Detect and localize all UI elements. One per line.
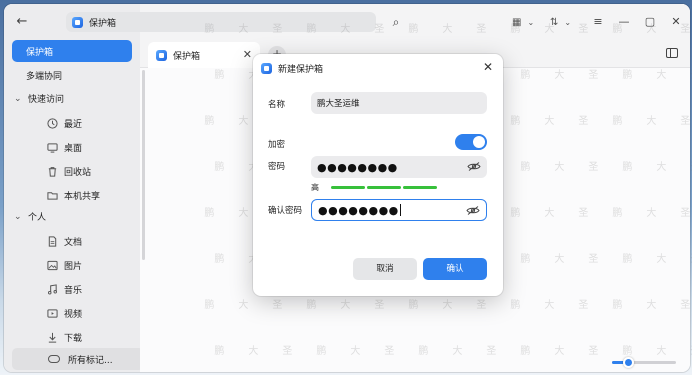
encrypt-label: 加密: [268, 140, 286, 150]
password-label: 密码: [268, 162, 286, 172]
sidebar-item-vault[interactable]: 保护箱: [12, 40, 132, 62]
vault-icon: [156, 49, 167, 61]
confirm-button[interactable]: 确认: [423, 258, 487, 280]
tag-icon: [48, 355, 60, 363]
confirm-password-value: ●●●●●●●●: [318, 203, 399, 217]
confirm-password-label: 确认密码: [268, 206, 303, 216]
sidebar-item-downloads[interactable]: 下载: [12, 326, 132, 348]
name-value: 鹏大圣运维: [317, 99, 360, 109]
download-icon: [46, 331, 58, 343]
password-strength-bar: [367, 186, 401, 189]
grid-icon: ▦: [512, 16, 522, 28]
sidebar-group-label: 个人: [28, 213, 47, 223]
password-strength-label: 高: [311, 183, 319, 192]
tab-vault[interactable]: 保护箱 ✕: [148, 42, 260, 68]
sidebar-item-recent[interactable]: 最近: [12, 112, 132, 134]
sidebar-item-label: 桌面: [64, 143, 83, 154]
back-arrow-icon[interactable]: ←: [14, 14, 30, 30]
document-icon: [46, 235, 58, 247]
password-field[interactable]: ●●●●●●●●: [311, 156, 487, 178]
menu-icon[interactable]: ≡: [590, 14, 606, 30]
sidebar-item-label: 本机共享: [64, 191, 101, 202]
sidebar-item-documents[interactable]: 文档: [12, 230, 132, 252]
vault-icon: [72, 16, 83, 28]
cancel-button[interactable]: 取消: [353, 258, 417, 280]
sidebar-item-label: 最近: [64, 119, 83, 130]
close-icon[interactable]: ✕: [668, 14, 684, 30]
dialog-close-icon[interactable]: ✕: [483, 60, 493, 74]
sidebar-item-desktop[interactable]: 桌面: [12, 136, 132, 158]
folder-icon: [46, 189, 58, 201]
chevron-down-icon: ⌄: [527, 17, 535, 27]
sidebar-item-label: 多端协同: [26, 71, 63, 82]
sidebar-item-label: 音乐: [64, 285, 83, 296]
name-label: 名称: [268, 100, 286, 110]
sidebar-item-label: 回收站: [64, 167, 92, 178]
sidebar-group-quick-access[interactable]: ⌄ 快速访问: [14, 92, 65, 106]
image-icon: [46, 259, 58, 271]
confirm-password-field[interactable]: ●●●●●●●●: [311, 199, 487, 221]
name-field[interactable]: 鹏大圣运维: [311, 92, 487, 114]
dialog-title: 新建保护箱: [261, 62, 323, 75]
sidebar-item-pictures[interactable]: 图片: [12, 254, 132, 276]
password-strength-bar: [331, 186, 365, 189]
chevron-down-icon: ⌄: [564, 17, 572, 27]
all-tags-label: 所有标记...: [68, 355, 113, 366]
sidebar-item-label: 文档: [64, 237, 83, 248]
trash-icon: [46, 165, 58, 177]
sidebar-item-label: 保护箱: [26, 47, 54, 58]
chevron-down-icon: ⌄: [14, 211, 22, 222]
eye-hidden-icon[interactable]: [467, 162, 481, 171]
toggle-knob: [473, 136, 485, 148]
tab-close-icon[interactable]: ✕: [243, 48, 252, 61]
zoom-slider[interactable]: [612, 357, 676, 368]
sidebar-item-label: 视频: [64, 309, 83, 320]
encrypt-toggle[interactable]: [455, 134, 487, 150]
sidebar-item-trash[interactable]: 回收站: [12, 160, 132, 182]
sidebar-item-collaboration[interactable]: 多端协同: [12, 64, 132, 86]
sidebar-item-label: 图片: [64, 261, 83, 272]
eye-hidden-icon[interactable]: [466, 206, 480, 215]
maximize-icon[interactable]: ▢: [642, 14, 658, 30]
zoom-slider-handle[interactable]: [623, 357, 634, 368]
password-value: ●●●●●●●●: [317, 160, 398, 174]
tab-label: 保护箱: [173, 51, 201, 62]
sidebar-item-music[interactable]: 音乐: [12, 278, 132, 300]
sort-icon: ⇅: [550, 16, 559, 28]
minimize-icon[interactable]: —: [616, 14, 632, 30]
clock-icon: [46, 117, 58, 129]
new-vault-dialog: 新建保护箱 ✕ 名称 鹏大圣运维 加密 密码 ●●●●●●●● 高 确认密码 ●…: [253, 54, 503, 296]
toolbar: 保护箱 ⌕ ▦ ⌄ ⇅ ⌄ ≡ — ▢ ✕: [66, 4, 690, 40]
dialog-title-text: 新建保护箱: [278, 65, 324, 75]
video-icon: [46, 307, 58, 319]
desktop-icon: [46, 141, 58, 153]
view-mode-button[interactable]: ▦ ⌄: [512, 14, 534, 30]
text-cursor: [399, 204, 401, 216]
all-tags-button[interactable]: 所有标记...: [12, 348, 144, 370]
chevron-down-icon: ⌄: [14, 93, 22, 104]
sidebar-scrollbar[interactable]: [142, 70, 145, 260]
sidebar-item-local-share[interactable]: 本机共享: [12, 184, 132, 206]
sidebar: ← 保护箱 多端协同 ⌄ 快速访问 最近 桌面 回收站 本机共享 ⌄ 个人 文档…: [4, 4, 140, 372]
address-bar[interactable]: 保护箱: [66, 12, 376, 32]
address-label: 保护箱: [89, 18, 117, 29]
password-strength-bar: [403, 186, 437, 189]
detail-panel-icon[interactable]: [666, 48, 678, 58]
sort-button[interactable]: ⇅ ⌄: [550, 14, 571, 30]
music-icon: [46, 283, 58, 295]
sidebar-group-personal[interactable]: ⌄ 个人: [14, 210, 47, 224]
sidebar-item-videos[interactable]: 视频: [12, 302, 132, 324]
search-icon[interactable]: ⌕: [388, 14, 404, 30]
vault-icon: [261, 63, 272, 74]
sidebar-group-label: 快速访问: [28, 95, 65, 105]
sidebar-item-label: 下载: [64, 333, 83, 344]
